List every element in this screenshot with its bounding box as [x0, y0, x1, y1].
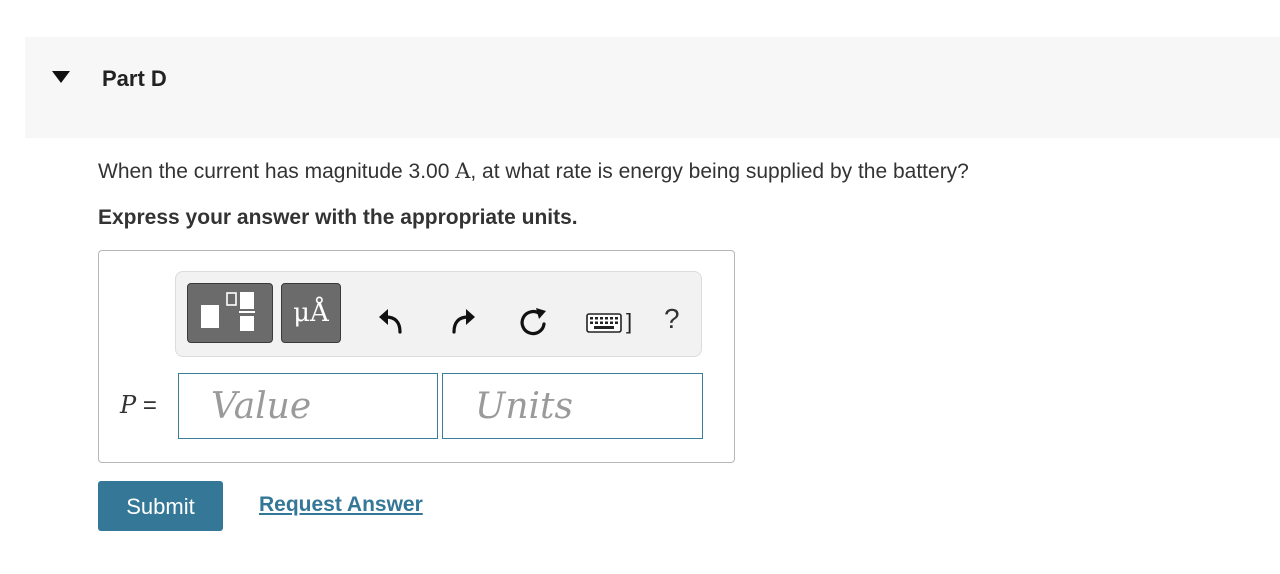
keyboard-suffix: ]	[626, 309, 633, 334]
math-toolbar: μÅ] ?	[175, 271, 702, 357]
redo-icon[interactable]	[448, 306, 478, 336]
reset-icon[interactable]	[516, 305, 550, 339]
question-text-before: When the current has magnitude 3.00	[98, 160, 456, 183]
problem-page: Part D When the current has magnitude 3.…	[0, 0, 1280, 574]
keyboard-button[interactable]: ]	[586, 309, 642, 334]
answer-variable: P	[120, 391, 137, 419]
answer-equals: =	[142, 392, 157, 419]
units-template-label: μÅ	[293, 298, 329, 328]
answer-instruction: Express your answer with the appropriate…	[98, 206, 578, 229]
undo-icon[interactable]	[376, 306, 406, 336]
question-unit: A	[455, 159, 471, 183]
help-button[interactable]: ?	[664, 304, 680, 334]
caret-down-icon[interactable]	[52, 71, 70, 83]
question-text-after: , at what rate is energy being supplied …	[470, 160, 969, 183]
answer-variable-label: P =	[120, 389, 157, 422]
question-text: When the current has magnitude 3.00 A, a…	[98, 157, 969, 186]
fraction-template-button[interactable]	[187, 283, 273, 343]
submit-button[interactable]: Submit	[98, 481, 223, 531]
part-title: Part D	[102, 66, 167, 91]
value-input[interactable]	[178, 373, 438, 439]
keyboard-icon	[586, 313, 622, 333]
request-answer-link[interactable]: Request Answer	[259, 491, 423, 519]
units-template-button[interactable]: μÅ	[281, 283, 341, 343]
units-input[interactable]	[442, 373, 703, 439]
part-header[interactable]: Part D	[25, 37, 1280, 138]
fraction-template-icon	[201, 292, 255, 331]
answer-box: μÅ] ? P = Value Units	[98, 250, 735, 463]
